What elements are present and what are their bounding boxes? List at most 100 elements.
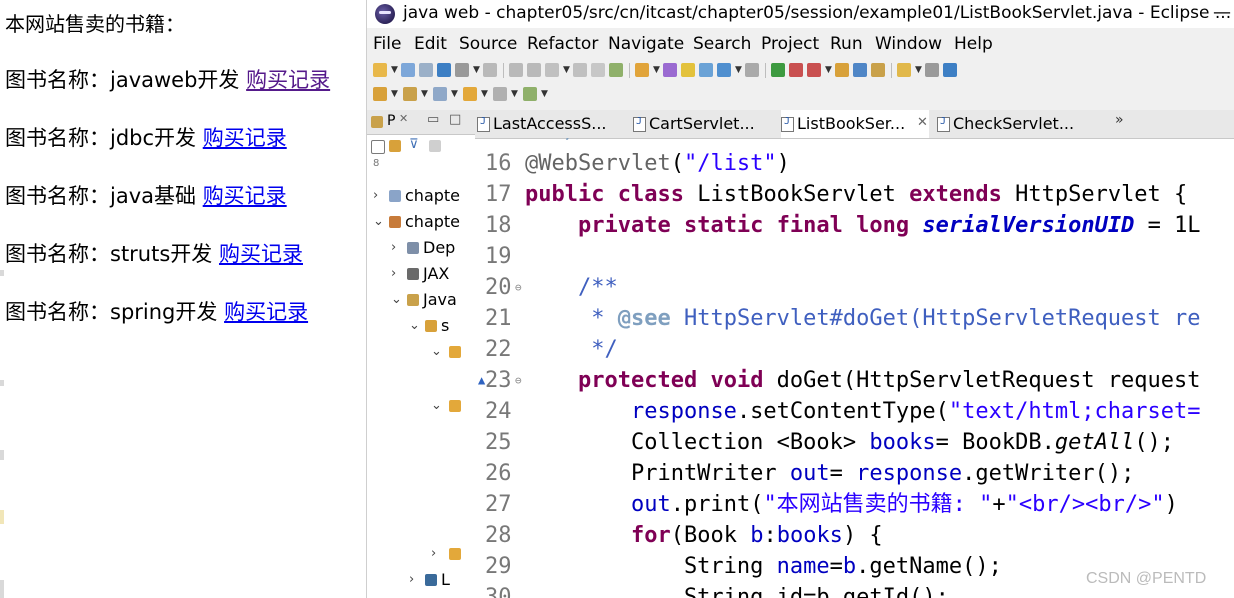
tree-node-label[interactable]: L [441, 570, 450, 589]
fold-toggle-icon[interactable]: ⊖ [515, 365, 522, 396]
toolbar-icon[interactable] [789, 63, 803, 77]
tree-node-label[interactable]: Java [423, 290, 457, 309]
link-with-editor-icon[interactable] [389, 140, 401, 152]
editor-tab[interactable]: CheckServlet... [937, 110, 1087, 138]
toolbar-icon[interactable] [609, 63, 623, 77]
view-menu-chevron-icon[interactable]: 8 [373, 158, 379, 169]
editor-tab[interactable]: CartServlet... [633, 110, 775, 138]
menu-navigate[interactable]: Navigate [608, 34, 684, 54]
toolbar-icon[interactable] [509, 63, 523, 77]
toolbar-icon[interactable] [681, 63, 695, 77]
tree-node-label[interactable]: s [441, 316, 449, 335]
view-menu-icon[interactable] [429, 140, 441, 152]
menu-project[interactable]: Project [761, 34, 819, 54]
minimize-view-icon[interactable]: ▭ [427, 112, 439, 127]
chevron-down-icon[interactable]: ▼ [541, 89, 548, 99]
toolbar-icon[interactable] [437, 63, 451, 77]
collapse-icon[interactable]: ⌄ [373, 214, 384, 229]
toolbar-icon[interactable] [871, 63, 885, 77]
collapse-icon[interactable]: ⌄ [431, 398, 442, 413]
purchase-record-link[interactable]: 购买记录 [219, 242, 303, 266]
chevron-down-icon[interactable]: ▼ [511, 89, 518, 99]
toolbar-icon[interactable] [419, 63, 433, 77]
menu-help[interactable]: Help [954, 34, 993, 54]
tree-node-label[interactable]: Dep [423, 238, 455, 257]
code-line: 20 ⊖ /** [475, 272, 1234, 303]
fold-toggle-icon[interactable]: ⊖ [515, 272, 522, 303]
collapse-icon[interactable]: ⌄ [409, 318, 420, 333]
purchase-record-link[interactable]: 购买记录 [224, 300, 308, 324]
toolbar-icon[interactable] [943, 63, 957, 77]
chevron-down-icon[interactable]: ▼ [391, 65, 398, 75]
purchase-record-link[interactable]: 购买记录 [203, 184, 287, 208]
chevron-down-icon[interactable]: ▼ [735, 65, 742, 75]
collapse-all-icon[interactable] [371, 140, 385, 154]
purchase-record-link[interactable]: 购买记录 [203, 126, 287, 150]
menu-file[interactable]: File [373, 34, 401, 54]
title-bar[interactable]: java web - chapter05/src/cn/itcast/chapt… [367, 0, 1234, 28]
toolbar-icon[interactable] [591, 63, 605, 77]
toolbar-icon[interactable] [573, 63, 587, 77]
toolbar-icon[interactable] [897, 63, 911, 77]
filter-icon[interactable]: ⊽ [409, 137, 419, 152]
editor-tab[interactable]: ListBookSer... ✕ [781, 110, 929, 138]
toolbar-icon[interactable] [925, 63, 939, 77]
toolbar-icon[interactable] [699, 63, 713, 77]
menu-search[interactable]: Search [693, 34, 751, 54]
toolbar-icon[interactable] [771, 63, 785, 77]
package-explorer-tab[interactable]: P ✕ ▭ □ [367, 110, 475, 135]
close-icon[interactable]: ✕ [917, 115, 928, 130]
toolbar-icon[interactable] [373, 63, 387, 77]
menu-edit[interactable]: Edit [414, 34, 447, 54]
toolbar-icon[interactable] [635, 63, 649, 77]
chevron-down-icon[interactable]: ▼ [421, 89, 428, 99]
toolbar-icon[interactable] [807, 63, 821, 77]
chevron-down-icon[interactable]: ▼ [915, 65, 922, 75]
toolbar-icon[interactable] [433, 87, 447, 101]
toolbar-icon[interactable] [483, 63, 497, 77]
tab-overflow-button[interactable]: » [1115, 112, 1124, 128]
expand-icon[interactable]: › [409, 572, 414, 587]
chevron-down-icon[interactable]: ▼ [481, 89, 488, 99]
toolbar-icon[interactable] [493, 87, 507, 101]
expand-icon[interactable]: › [373, 188, 378, 203]
collapse-icon[interactable]: ⌄ [391, 292, 402, 307]
tree-node-label[interactable]: chapte [405, 186, 460, 205]
chevron-down-icon[interactable]: ▼ [653, 65, 660, 75]
expand-icon[interactable]: › [391, 240, 396, 255]
toolbar-icon[interactable] [373, 87, 387, 101]
toolbar-icon[interactable] [463, 87, 477, 101]
toolbar-icon[interactable] [717, 63, 731, 77]
expand-icon[interactable]: › [431, 546, 436, 561]
expand-icon[interactable]: › [391, 266, 396, 281]
toolbar-icon[interactable] [401, 63, 415, 77]
maximize-view-icon[interactable]: □ [449, 112, 461, 127]
toolbar-icon[interactable] [853, 63, 867, 77]
toolbar-icon[interactable] [523, 87, 537, 101]
tree-node-label[interactable]: chapte [405, 212, 460, 231]
toolbar-icon[interactable] [455, 63, 469, 77]
menu-refactor[interactable]: Refactor [527, 34, 598, 54]
menu-run[interactable]: Run [830, 34, 863, 54]
close-icon[interactable]: ✕ [399, 112, 408, 125]
purchase-record-link[interactable]: 购买记录 [246, 68, 330, 92]
minimize-button[interactable]: — [1213, 2, 1231, 23]
override-marker-icon[interactable]: ▲ [478, 365, 485, 396]
toolbar-icon[interactable] [663, 63, 677, 77]
chevron-down-icon[interactable]: ▼ [563, 65, 570, 75]
chevron-down-icon[interactable]: ▼ [391, 89, 398, 99]
tree-node-label[interactable]: JAX [423, 264, 449, 283]
editor-tab[interactable]: LastAccessS... [477, 110, 627, 138]
chevron-down-icon[interactable]: ▼ [825, 65, 832, 75]
toolbar-icon[interactable] [745, 63, 759, 77]
toolbar-icon[interactable] [545, 63, 559, 77]
toolbar-icon[interactable] [527, 63, 541, 77]
toolbar-icon[interactable] [403, 87, 417, 101]
collapse-icon[interactable]: ⌄ [431, 344, 442, 359]
menu-window[interactable]: Window [875, 34, 942, 54]
chevron-down-icon[interactable]: ▼ [451, 89, 458, 99]
chevron-down-icon[interactable]: ▼ [473, 65, 480, 75]
toolbar-icon[interactable] [835, 63, 849, 77]
code-area[interactable]: */ 16 @WebServlet("/list") 17 public class L… [475, 138, 1234, 598]
menu-source[interactable]: Source [459, 34, 517, 54]
